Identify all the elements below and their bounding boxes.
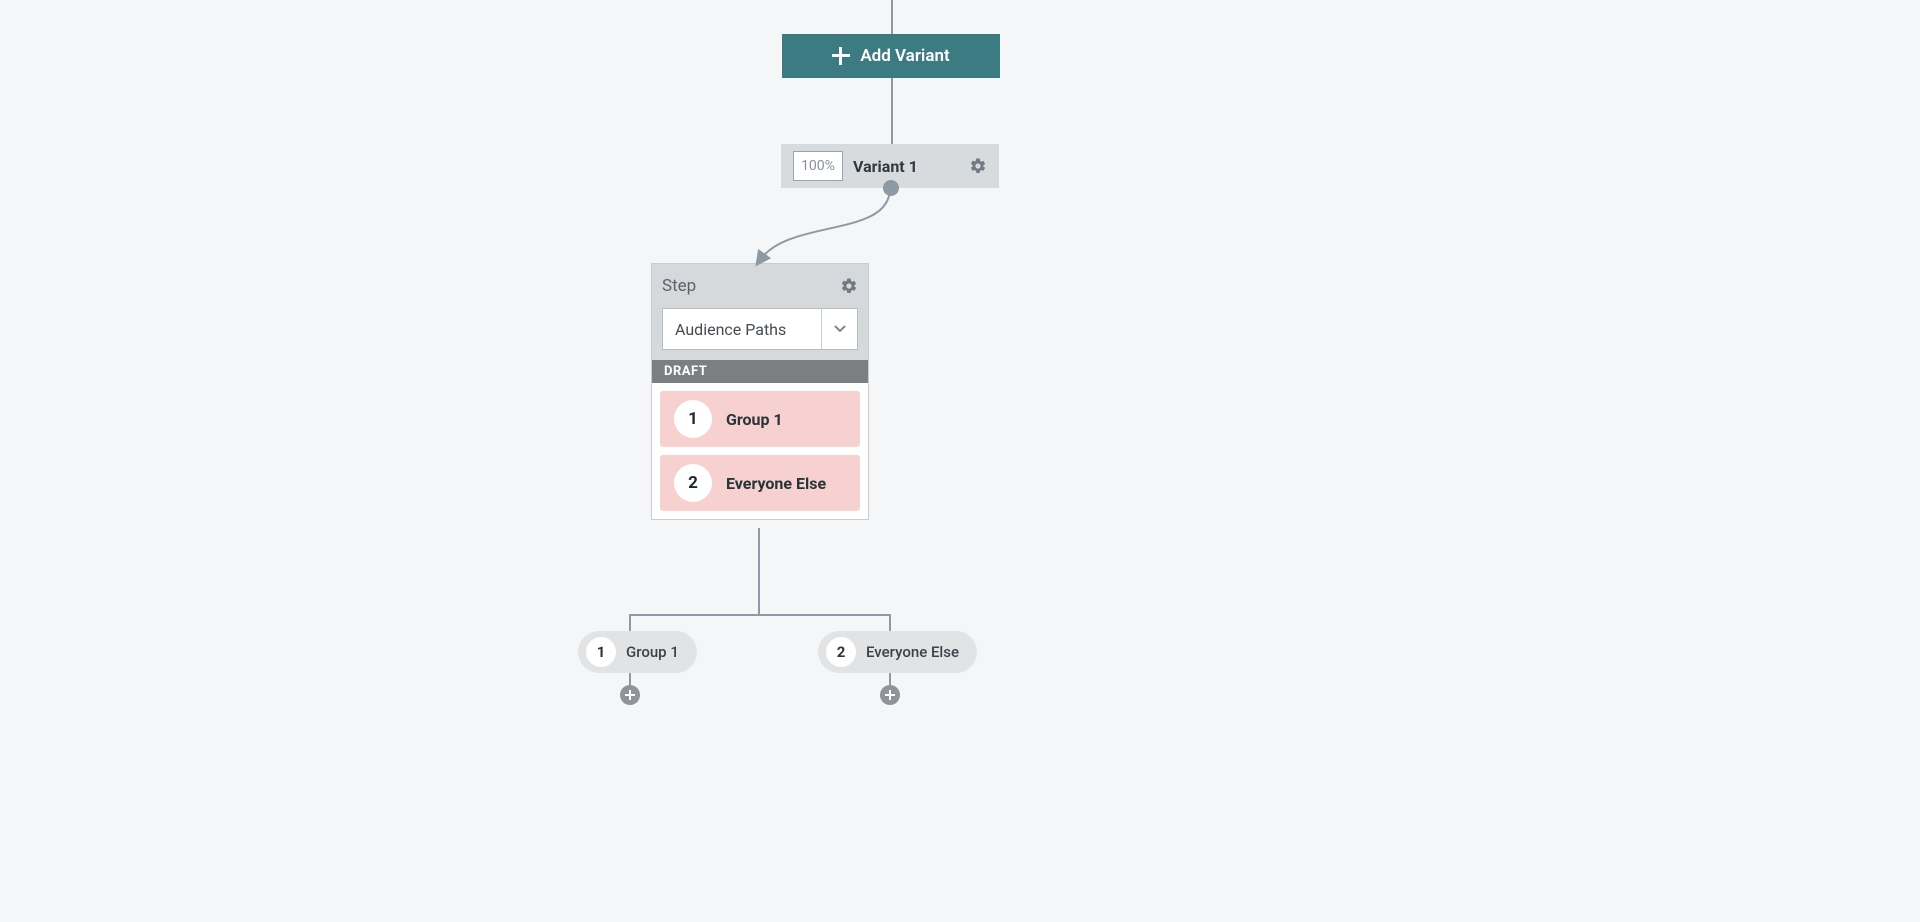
connector-line [891, 0, 893, 34]
dropdown-selected: Audience Paths [675, 320, 821, 339]
add-variant-label: Add Variant [860, 46, 949, 66]
chevron-down-icon [821, 309, 857, 349]
group-label: Everyone Else [726, 474, 826, 493]
connector-line [629, 614, 891, 616]
connector-dot [883, 180, 899, 196]
group-label: Group 1 [726, 410, 783, 429]
branch-label: Group 1 [626, 643, 679, 661]
add-step-button[interactable] [880, 685, 900, 705]
groups-list: 1 Group 1 2 Everyone Else [652, 383, 868, 519]
variant-percent-input[interactable]: 100% [793, 151, 843, 181]
branch-pill[interactable]: 1 Group 1 [578, 631, 697, 673]
connector-line [758, 528, 760, 614]
add-variant-button[interactable]: Add Variant [782, 34, 1000, 78]
branch-pill[interactable]: 2 Everyone Else [818, 631, 977, 673]
group-item[interactable]: 2 Everyone Else [660, 455, 860, 511]
gear-icon[interactable] [840, 277, 858, 295]
connector-arrow [730, 188, 910, 270]
branch-number-badge: 1 [586, 637, 616, 667]
status-badge: DRAFT [652, 360, 868, 383]
step-type-dropdown[interactable]: Audience Paths [662, 308, 858, 350]
branch-number-badge: 2 [826, 637, 856, 667]
variant-name-label: Variant 1 [853, 157, 959, 176]
group-number-badge: 1 [674, 400, 712, 438]
group-number-badge: 2 [674, 464, 712, 502]
gear-icon[interactable] [969, 157, 987, 175]
add-step-button[interactable] [620, 685, 640, 705]
step-header: Step [652, 264, 868, 308]
connector-line [891, 78, 893, 144]
plus-icon [832, 47, 850, 65]
group-item[interactable]: 1 Group 1 [660, 391, 860, 447]
step-card: Step Audience Paths DRAFT 1 Group 1 2 Ev… [651, 263, 869, 520]
step-title: Step [662, 276, 696, 296]
branch-label: Everyone Else [866, 643, 959, 661]
